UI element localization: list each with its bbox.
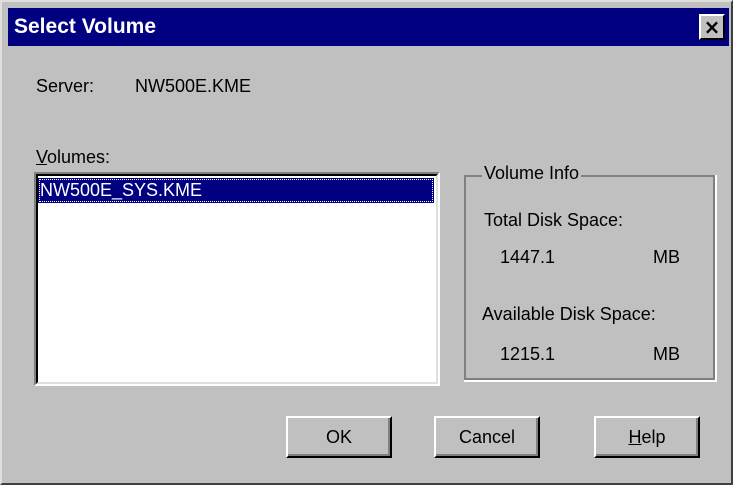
ok-button[interactable]: OK [286,416,392,458]
title-bar[interactable]: Select Volume × [8,8,729,46]
list-item[interactable]: NW500E_SYS.KME [38,178,434,203]
server-label: Server: [36,76,95,96]
total-disk-space-unit: MB [653,247,680,267]
ok-button-label: OK [325,426,352,447]
cancel-button-label: Cancel [458,426,516,447]
available-disk-space-label: Available Disk Space: [482,304,656,324]
available-disk-space-value: 1215.1 [500,344,556,364]
select-volume-dialog: Select Volume × Server: NW500E.KME Volum… [0,0,733,485]
cancel-button[interactable]: Cancel [434,416,540,458]
volumes-listbox-frame [36,174,438,384]
help-mnemonic: H [628,426,642,447]
available-disk-space-unit: MB [653,344,680,364]
volumes-label-rest: olumes: [47,147,111,167]
close-button[interactable]: × [699,14,725,40]
volumes-label-mnemonic: V [36,147,48,167]
volumes-listbox[interactable]: NW500E_SYS.KME [34,172,440,386]
help-rest: elp [641,426,666,447]
total-disk-space-value: 1447.1 [500,247,556,267]
volumes-label: Volumes: [36,147,110,168]
help-button[interactable]: Help [594,416,700,458]
volume-info-title: Volume Info [482,163,582,184]
total-disk-space-label: Total Disk Space: [484,210,624,230]
server-value: NW500E.KME [135,76,252,96]
help-button-label: Help [628,427,665,448]
close-icon: × [703,15,721,39]
window-title: Select Volume [14,15,156,38]
